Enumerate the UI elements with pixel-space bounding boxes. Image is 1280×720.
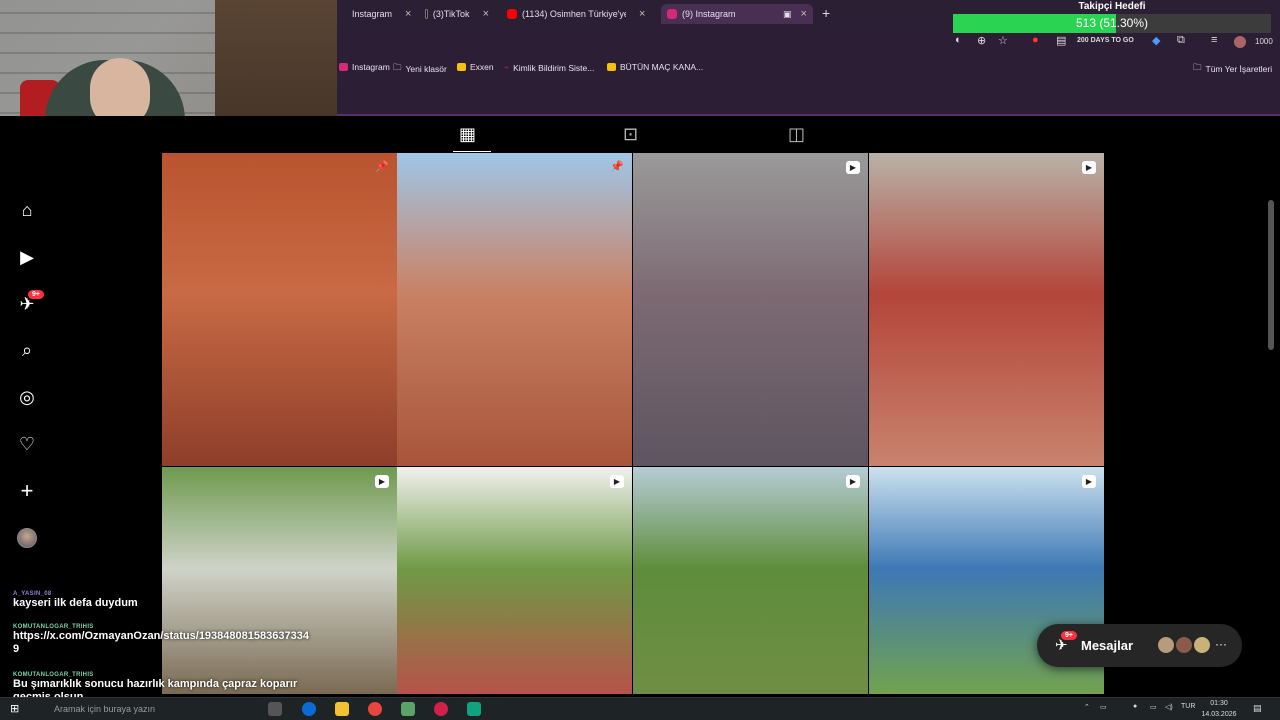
explore-icon[interactable]: ◎ [16,386,38,408]
extension-icon[interactable]: ◆ [1152,34,1160,47]
tray-icon[interactable]: ▭ [1100,703,1107,711]
reading-list-icon[interactable]: ≡ [1211,34,1217,46]
browser-tab[interactable]: (3)TikTok × [419,4,495,24]
post-tile[interactable]: ▶ [633,153,868,466]
browser-tab-active[interactable]: (9) Instagram ▣ × [661,4,813,24]
instagram-icon [667,9,677,19]
instagram-icon [339,63,348,71]
folder-icon: 🗀 [393,62,402,72]
bookmark-folder[interactable]: 🗀 Yeni klasör [393,62,447,76]
all-bookmarks[interactable]: 🗀 Tüm Yer İşaretleri [1193,62,1272,76]
notifications-icon[interactable]: ♡ [16,433,38,455]
profile-link[interactable] [16,527,38,549]
goal-progress-bar: 513 (51.30%) [953,14,1271,33]
follower-goal-overlay: Takipçi Hedefi 513 (51.30%) [953,0,1271,34]
language-indicator[interactable]: TUR [1181,703,1195,710]
reel-icon: ▶ [846,161,860,174]
new-tab-button[interactable]: + [822,5,830,21]
search-icon[interactable]: ⌕ [16,339,38,361]
app-icon[interactable] [467,702,481,716]
tiktok-icon [425,9,428,19]
countdown-badge[interactable]: 200 DAYS TO GO [1077,37,1134,44]
windows-taskbar: ⊞ Aramak için buraya yazın ⌃ ▭ ● ▭ ◁) TU… [0,697,1280,720]
chat-message: KOMUTANLOGAR_TRIHIS https://x.com/Ozmaya… [13,624,309,655]
bookmark-star-icon[interactable]: ☆ [998,34,1008,47]
pin-icon: 📌 [375,161,389,173]
close-tab-icon[interactable]: × [639,8,645,20]
avatar [1175,636,1193,654]
edge-icon[interactable] [302,702,316,716]
post-tile[interactable]: ▶ [869,153,1104,466]
page-scrollbar[interactable] [1268,200,1274,350]
messages-button[interactable]: ✈ 9+ Mesajlar ··· [1037,624,1242,667]
file-explorer-icon[interactable] [335,702,349,716]
tagged-icon[interactable]: ◫ [788,124,805,145]
bookmark-instagram[interactable]: Instagram [339,62,390,72]
avatar [1157,636,1175,654]
post-tile[interactable]: ▶ [397,467,632,694]
close-tab-icon[interactable]: × [483,8,489,20]
exxen-icon [457,63,466,71]
stream-chat-overlay: A_YASIN_08 kayseri ilk defa duydum KOMUT… [0,588,330,708]
messages-label: Mesajlar [1081,638,1134,653]
folder-icon: 🗀 [1193,62,1202,72]
link-icon: ⌁ [504,62,510,72]
messages-badge: 9+ [28,290,44,299]
messages-badge: 9+ [1061,631,1077,640]
bookmark-exxen[interactable]: Exxen [457,62,494,72]
extension-icon[interactable]: ● [1032,34,1039,46]
toolbar-count: 1000 [1255,37,1273,46]
instagram-sidebar: ⌂ ▶ ✈ 9+ ⌕ ◎ ♡ + [0,192,162,572]
create-icon[interactable]: + [16,478,38,503]
profile-avatar[interactable] [1234,36,1246,48]
goal-progress-text: 513 (51.30%) [1075,16,1149,30]
chat-message: A_YASIN_08 kayseri ilk defa duydum [13,591,138,609]
post-tile[interactable]: ▶ [633,467,868,694]
reel-icon: ▶ [846,475,860,488]
profile-avatar [17,528,37,548]
home-icon[interactable]: ⌂ [16,199,38,221]
zoom-icon[interactable]: ⊕ [977,34,986,47]
posts-grid-icon[interactable]: ▦ [459,124,476,145]
app-icon[interactable] [401,702,415,716]
close-tab-icon[interactable]: × [405,8,411,20]
extensions-puzzle-icon[interactable]: ⧉ [1177,34,1185,47]
taskbar-search[interactable]: Aramak için buraya yazın [44,701,219,718]
reel-icon: ▶ [1082,475,1096,488]
windows-start-icon[interactable]: ⊞ [10,702,24,716]
site-info-icon[interactable]: ◐ [955,34,962,46]
reels-icon[interactable]: ▶ [16,246,38,268]
extension-icon[interactable]: ▤ [1056,34,1066,47]
reels-tab-icon[interactable]: ⊡ [623,124,638,145]
active-tab-indicator [453,151,491,152]
network-icon[interactable]: ▭ [1150,703,1157,711]
bookmarks-bar: Instagram 🗀 Yeni klasör Exxen ⌁ Kimlik Bil… [337,54,1280,116]
task-view-icon[interactable] [268,702,282,716]
browser-tab[interactable]: Instagram × [341,4,417,24]
bookmark-mac[interactable]: BÜTÜN MAÇ KANA... [607,62,703,72]
reel-icon: ▶ [610,475,624,488]
tab-audio-icon: ▣ [783,8,792,19]
close-tab-icon[interactable]: × [801,8,807,20]
tray-chevron-icon[interactable]: ⌃ [1084,703,1090,711]
taskbar-clock[interactable]: 01:30 14.03.2026 [1199,698,1239,720]
jp-icon [607,63,616,71]
microphone-icon[interactable]: ● [1133,703,1137,710]
reel-icon: ▶ [1082,161,1096,174]
chrome-icon[interactable] [368,702,382,716]
opera-icon[interactable] [434,702,448,716]
more-icon[interactable]: ··· [1215,637,1227,651]
browser-tab[interactable]: (1134) Osimhen Türkiye'ye Gel... × [501,4,657,24]
post-tile[interactable]: 📌 [397,153,632,466]
profile-tabs: ▦ ⊡ ◫ [337,118,1104,152]
bookmark-kimlik[interactable]: ⌁ Kimlik Bildirim Siste... [504,62,594,73]
pin-icon: 📌 [610,161,624,173]
volume-icon[interactable]: ◁) [1165,703,1173,711]
avatar [1193,636,1211,654]
goal-title: Takipçi Hedefi [1078,1,1146,12]
youtube-icon [507,9,517,19]
post-tile[interactable]: 📌 [162,153,397,466]
reel-icon: ▶ [375,475,389,488]
notifications-center-icon[interactable]: ▤ [1253,703,1262,714]
